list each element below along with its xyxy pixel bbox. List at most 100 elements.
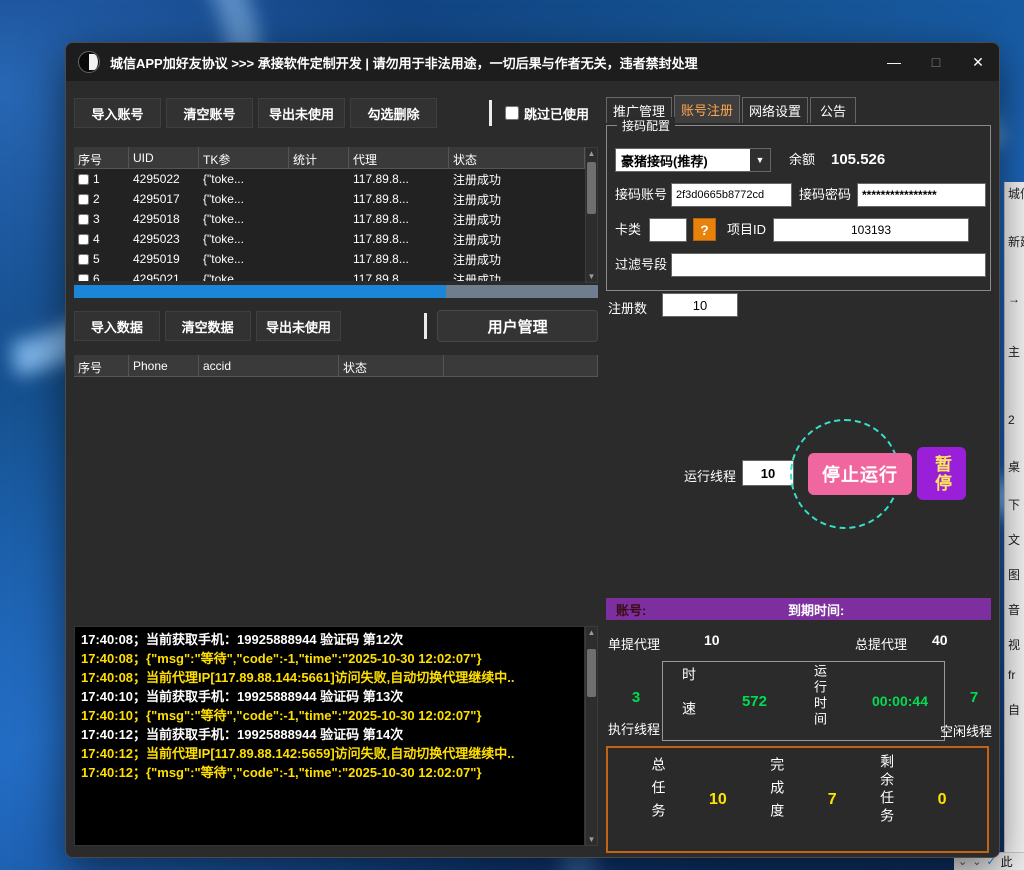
table-row[interactable]: 4 4295023 {"toke... 117.89.8... 注册成功 <box>74 229 585 249</box>
log-scrollbar[interactable]: ▲ ▼ <box>585 626 598 846</box>
register-count-input[interactable] <box>662 293 738 317</box>
export-unused-data-button[interactable]: 导出未使用 <box>256 311 342 341</box>
help-button[interactable]: ? <box>693 218 716 241</box>
export-unused-accounts-button[interactable]: 导出未使用 <box>258 98 345 128</box>
skip-used-checkbox[interactable] <box>505 106 519 120</box>
accounts-scrollbar[interactable]: ▲ ▼ <box>585 147 598 283</box>
col-header-uid[interactable]: UID <box>129 147 199 169</box>
row-checkbox[interactable] <box>78 254 89 265</box>
cell-status: 注册成功 <box>449 189 585 209</box>
balance-label: 余额 <box>789 148 815 172</box>
log-line: 17:40:08；当前代理IP[117.89.88.144:5661]访问失败,… <box>81 668 578 687</box>
speed-runtime-box: 时速 572 运行时间 00:00:44 <box>662 661 945 741</box>
import-accounts-button[interactable]: 导入账号 <box>74 98 161 128</box>
col-header-proxy[interactable]: 代理 <box>349 147 449 169</box>
window-title: 城信APP加好友协议 >>> 承接软件定制开发 | 请勿用于非法用途，一切后果与… <box>110 53 698 72</box>
scroll-down-icon[interactable]: ▼ <box>586 835 597 844</box>
done-label: 完成度 <box>767 757 787 843</box>
strip-item[interactable]: 2 <box>1008 413 1024 427</box>
filter-segment-input[interactable] <box>671 253 986 277</box>
table-row[interactable]: 1 4295022 {"toke... 117.89.8... 注册成功 <box>74 169 585 189</box>
row-checkbox[interactable] <box>78 174 89 185</box>
scrollbar-thumb[interactable] <box>587 162 596 214</box>
strip-item[interactable]: 新建 <box>1008 233 1024 250</box>
col-header-tk[interactable]: TK参 <box>199 147 289 169</box>
threads-input[interactable] <box>742 460 794 486</box>
skip-used-checkbox-wrap[interactable]: 跳过已使用 <box>505 104 589 123</box>
balance-value: 105.526 <box>831 148 885 172</box>
sms-account-input[interactable] <box>671 183 792 207</box>
col-header-no[interactable]: 序号 <box>74 355 129 377</box>
table-row[interactable]: 2 4295017 {"toke... 117.89.8... 注册成功 <box>74 189 585 209</box>
cell-stat <box>289 209 349 229</box>
cell-proxy: 117.89.8... <box>349 249 449 269</box>
col-header-status[interactable]: 状态 <box>449 147 585 169</box>
col-header-no[interactable]: 序号 <box>74 147 129 169</box>
cell-status: 注册成功 <box>449 249 585 269</box>
col-header-stat[interactable]: 统计 <box>289 147 349 169</box>
col-header-phone[interactable]: Phone <box>129 355 199 377</box>
delete-checked-button[interactable]: 勾选删除 <box>350 98 437 128</box>
titlebar[interactable]: 城信APP加好友协议 >>> 承接软件定制开发 | 请勿用于非法用途，一切后果与… <box>66 43 999 81</box>
minimize-button[interactable]: — <box>885 54 903 70</box>
scroll-up-icon[interactable]: ▲ <box>586 149 597 158</box>
card-type-input[interactable] <box>649 218 687 242</box>
remaining-tasks-value: 0 <box>938 791 947 809</box>
cell-stat <box>289 229 349 249</box>
cell-tk: {"toke... <box>199 209 289 229</box>
runtime-label: 运行时间 <box>810 664 829 738</box>
clear-accounts-button[interactable]: 清空账号 <box>166 98 253 128</box>
strip-item[interactable]: 图 <box>1008 566 1024 583</box>
scroll-down-icon[interactable]: ▼ <box>586 272 597 281</box>
strip-item[interactable]: 视 <box>1008 636 1024 653</box>
strip-item[interactable]: fr <box>1008 668 1024 682</box>
strip-item[interactable]: 自 <box>1008 701 1024 718</box>
strip-item[interactable]: 主 <box>1008 343 1024 360</box>
strip-item[interactable]: 桌 <box>1008 458 1024 475</box>
table-row[interactable]: 5 4295019 {"toke... 117.89.8... 注册成功 <box>74 249 585 269</box>
cell-stat <box>289 189 349 209</box>
stop-run-button[interactable]: 停止运行 <box>808 453 912 495</box>
account-row: 接码账号 接码密码 <box>607 183 990 207</box>
tab-register[interactable]: 账号注册 <box>674 95 740 123</box>
project-id-input[interactable] <box>773 218 969 242</box>
row-checkbox[interactable] <box>78 234 89 245</box>
row-checkbox[interactable] <box>78 194 89 205</box>
sms-password-input[interactable] <box>857 183 986 207</box>
strip-item[interactable]: 文 <box>1008 531 1024 548</box>
cell-status: 注册成功 <box>449 269 585 281</box>
maximize-button[interactable]: □ <box>927 54 945 70</box>
row-checkbox[interactable] <box>78 274 89 282</box>
log-output[interactable]: 17:40:08；当前获取手机：19925888944 验证码 第12次 17:… <box>74 626 585 846</box>
strip-item[interactable]: 下 <box>1008 496 1024 513</box>
close-button[interactable]: ✕ <box>969 54 987 71</box>
cell-uid: 4295022 <box>129 169 199 189</box>
provider-select[interactable]: 豪猪接码(推荐) ▼ <box>615 148 771 172</box>
table-row[interactable]: 6 4295021 {"toke 117.89.8 注册成功 <box>74 269 585 281</box>
tab-announcement[interactable]: 公告 <box>810 97 856 123</box>
cell-tk: {"toke... <box>199 169 289 189</box>
row-checkbox[interactable] <box>78 214 89 225</box>
strip-item[interactable]: 城信 <box>1008 185 1024 202</box>
scrollbar-thumb[interactable] <box>587 649 596 697</box>
provider-selected-value: 豪猪接码(推荐) <box>616 151 750 170</box>
threads-label: 运行线程 <box>684 466 736 485</box>
col-header-accid[interactable]: accid <box>199 355 339 377</box>
col-header-status[interactable]: 状态 <box>339 355 444 377</box>
this-pc-label: 此 <box>1001 853 1013 870</box>
table-row[interactable]: 3 4295018 {"toke... 117.89.8... 注册成功 <box>74 209 585 229</box>
user-manage-button[interactable]: 用户管理 <box>437 310 598 342</box>
cell-status: 注册成功 <box>449 209 585 229</box>
pause-button[interactable]: 暂停 <box>917 447 966 500</box>
scroll-up-icon[interactable]: ▲ <box>586 628 597 637</box>
import-data-button[interactable]: 导入数据 <box>74 311 160 341</box>
clear-data-button[interactable]: 清空数据 <box>165 311 251 341</box>
strip-item[interactable]: 音 <box>1008 601 1024 618</box>
strip-item[interactable]: → <box>1008 292 1024 306</box>
card-row: 卡类 ? 项目ID <box>607 218 990 242</box>
background-explorer-strip: 城信 新建 → 主 2 桌 下 文 图 音 视 fr 自 <box>1004 182 1024 870</box>
cell-stat <box>289 169 349 189</box>
tab-network[interactable]: 网络设置 <box>742 97 808 123</box>
filter-segment-label: 过滤号段 <box>615 253 667 277</box>
chevron-down-icon[interactable]: ▼ <box>750 149 770 171</box>
